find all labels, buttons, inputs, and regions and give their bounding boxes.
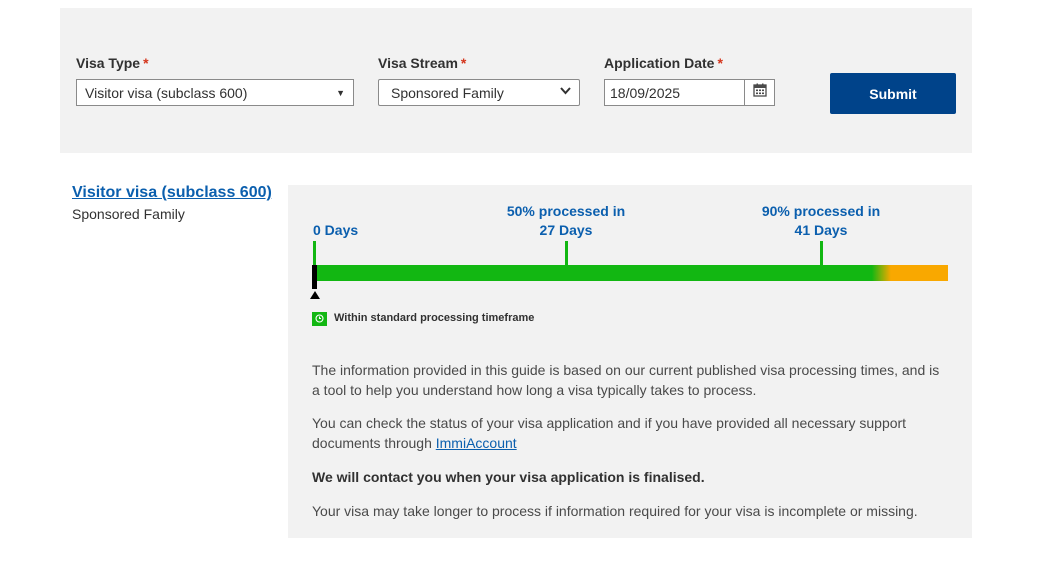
current-position-marker	[312, 265, 317, 289]
milestone-90: 90% processed in 41 Days	[758, 202, 884, 240]
visa-title-link[interactable]: Visitor visa (subclass 600)	[72, 184, 272, 202]
current-position-arrow	[310, 291, 320, 299]
info-paragraph-1: The information provided in this guide i…	[312, 362, 940, 398]
visa-type-label: Visa Type *	[76, 55, 149, 71]
immiaccount-link[interactable]: ImmiAccount	[436, 435, 517, 451]
milestone-90-line1: 90% processed in	[761, 203, 881, 219]
legend-swatch	[312, 312, 327, 326]
milestone-90-line2: 41 Days	[794, 222, 848, 238]
calendar-icon	[752, 83, 767, 102]
contact-notice: We will contact you when your visa appli…	[312, 469, 705, 485]
submit-button[interactable]: Submit	[830, 73, 956, 114]
clock-icon	[315, 310, 324, 328]
legend-label: Within standard processing timeframe	[334, 312, 535, 324]
application-date-label: Application Date *	[604, 55, 723, 71]
tick-90	[820, 241, 823, 265]
info-paragraph-4: Your visa may take longer to process if …	[312, 503, 918, 519]
milestone-start: 0 Days	[313, 221, 358, 240]
application-date-value: 18/09/2025	[610, 84, 681, 101]
visa-stream-select[interactable]: Sponsored Family	[378, 79, 580, 106]
visa-type-select[interactable]: Visitor visa (subclass 600) ▼	[76, 79, 354, 106]
required-mark: *	[143, 55, 149, 71]
date-picker-button[interactable]	[744, 79, 775, 106]
info-paragraph-2: You can check the status of your visa ap…	[312, 413, 942, 453]
visa-stream-subtitle: Sponsored Family	[72, 206, 185, 222]
info-paragraph-2-text: You can check the status of your visa ap…	[312, 415, 907, 451]
processing-timeline-bar	[313, 265, 948, 281]
tick-50	[565, 241, 568, 265]
milestone-50-line2: 27 Days	[539, 222, 593, 238]
visa-type-value: Visitor visa (subclass 600)	[85, 84, 248, 101]
milestone-50-line1: 50% processed in	[506, 203, 626, 219]
required-mark: *	[460, 55, 467, 71]
chevron-down-icon	[560, 85, 571, 99]
milestone-start-label: 0 Days	[313, 222, 359, 238]
visa-stream-label: Visa Stream *	[378, 55, 467, 71]
milestone-50: 50% processed in 27 Days	[503, 202, 629, 240]
application-date-input[interactable]: 18/09/2025	[604, 79, 745, 106]
caret-down-icon: ▼	[336, 88, 345, 98]
visa-stream-value: Sponsored Family	[391, 84, 504, 101]
required-mark: *	[717, 55, 723, 71]
tick-start	[313, 241, 316, 265]
